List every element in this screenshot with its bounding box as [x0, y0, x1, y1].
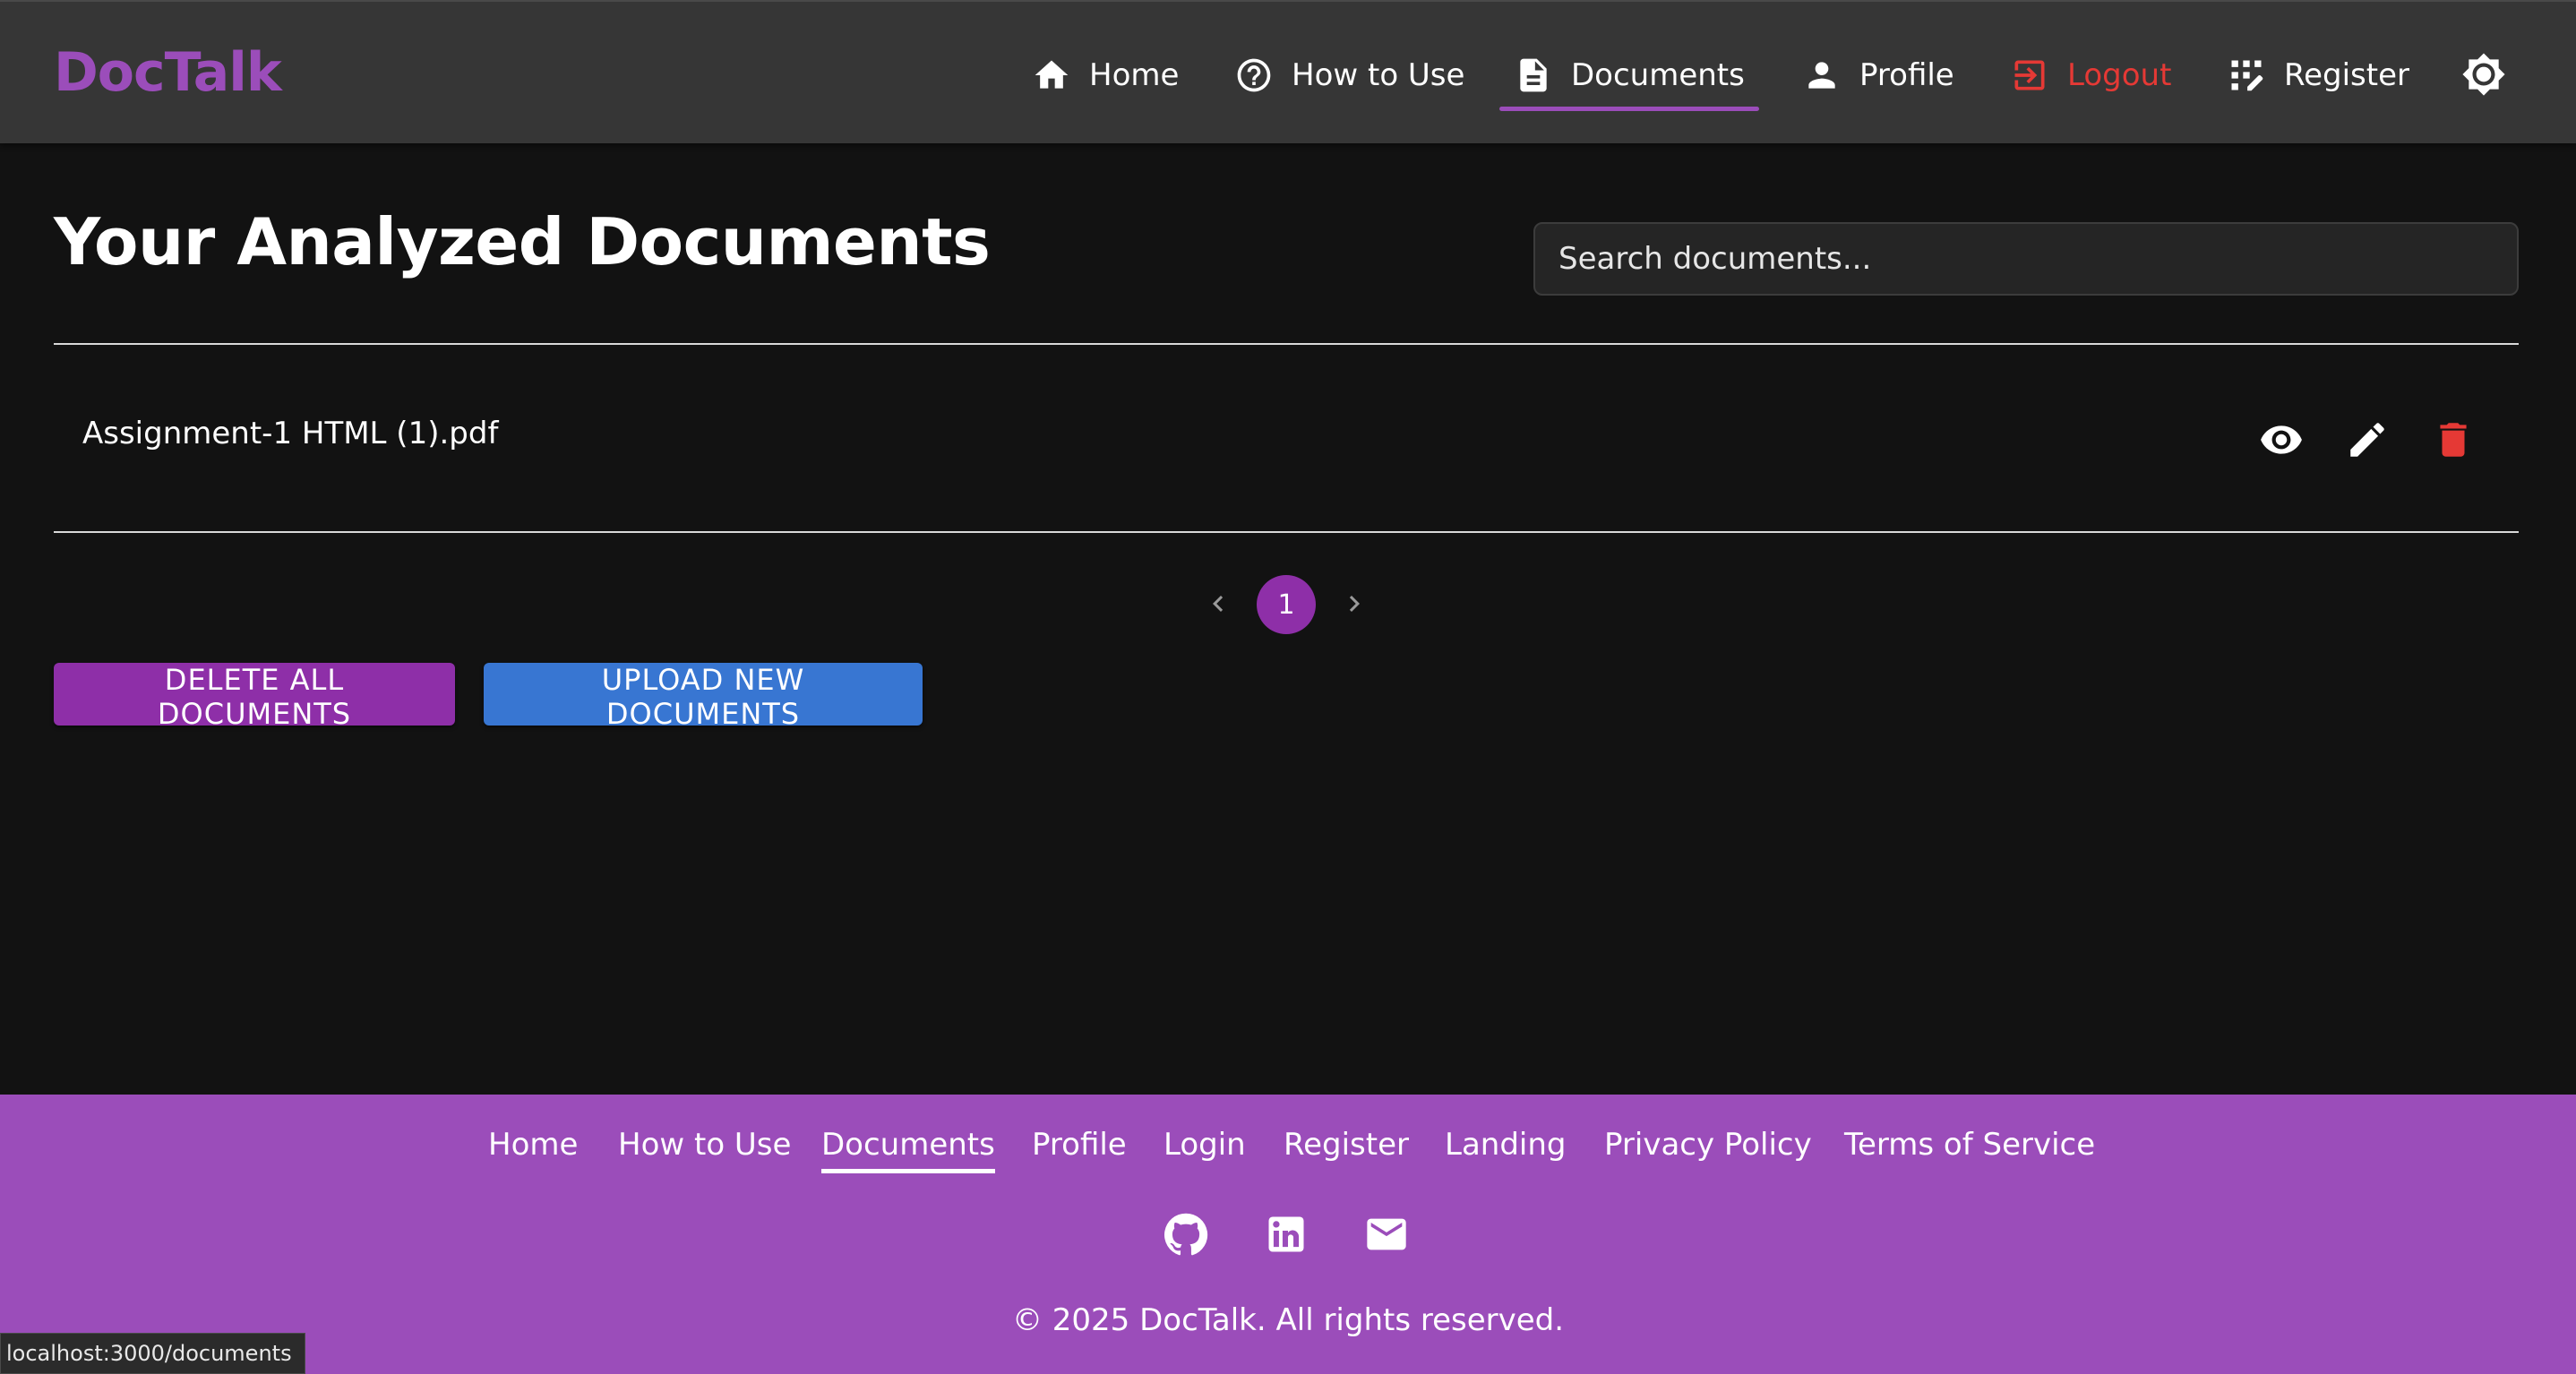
delete-all-documents-button[interactable]: DELETE ALL DOCUMENTS	[54, 663, 455, 731]
list-bottom-divider	[54, 531, 2519, 533]
chevron-right-icon	[1349, 596, 1360, 612]
nav-documents-label: Documents	[1571, 57, 1745, 93]
pagination-prev-button[interactable]	[1200, 580, 1236, 627]
footer-link-documents[interactable]: Documents	[821, 1127, 995, 1173]
footer-link-login[interactable]: Login	[1163, 1127, 1246, 1163]
nav-home[interactable]: Home	[1032, 41, 1179, 109]
footer-link-how-to-use[interactable]: How to Use	[618, 1127, 791, 1163]
app-header: DocTalk Home How to Use Documents Profil…	[0, 0, 2576, 143]
github-link[interactable]	[1163, 1211, 1209, 1258]
footer-link-home[interactable]: Home	[488, 1127, 578, 1163]
upload-new-documents-button[interactable]: UPLOAD NEW DOCUMENTS	[484, 663, 923, 731]
search-input[interactable]	[1533, 222, 2519, 296]
help-circle-icon	[1237, 58, 1271, 92]
list-top-divider	[54, 343, 2519, 345]
nav-logout[interactable]: Logout	[2010, 41, 2171, 109]
nav-home-label: Home	[1089, 57, 1180, 93]
footer-link-terms-of-service[interactable]: Terms of Service	[1844, 1127, 2095, 1163]
document-row: Assignment-1 HTML (1).pdf	[54, 346, 2519, 530]
email-icon	[1367, 1218, 1406, 1250]
delete-document-button[interactable]	[2431, 417, 2476, 462]
theme-toggle-button[interactable]	[2461, 52, 2506, 97]
github-icon	[1164, 1213, 1208, 1256]
app-footer: Home How to Use Documents Profile Login …	[0, 1095, 2576, 1374]
nav-profile-label: Profile	[1859, 57, 1954, 93]
email-link[interactable]	[1363, 1211, 1410, 1258]
linkedin-link[interactable]	[1263, 1211, 1309, 1258]
nav-logout-label: Logout	[2067, 57, 2172, 93]
linkedin-icon	[1268, 1216, 1304, 1252]
view-document-button[interactable]	[2259, 417, 2304, 462]
pagination-page-button[interactable]: 1	[1257, 575, 1316, 634]
edit-document-button[interactable]	[2345, 417, 2390, 462]
person-icon	[1808, 62, 1835, 89]
footer-link-register[interactable]: Register	[1284, 1127, 1409, 1163]
chevron-left-icon	[1213, 596, 1224, 612]
footer-link-landing[interactable]: Landing	[1445, 1127, 1567, 1163]
nav-profile[interactable]: Profile	[1802, 41, 1954, 109]
nav-how-to-use[interactable]: How to Use	[1234, 41, 1464, 109]
nav-register-label: Register	[2284, 57, 2409, 93]
view-icon	[2261, 425, 2302, 454]
nav-register[interactable]: Register	[2227, 41, 2409, 109]
footer-link-profile[interactable]: Profile	[1032, 1127, 1127, 1163]
home-icon	[1035, 60, 1069, 89]
copyright-text: © 2025 DocTalk. All rights reserved.	[1011, 1302, 1565, 1338]
edit-icon	[2350, 423, 2384, 457]
document-name: Assignment-1 HTML (1).pdf	[82, 416, 499, 451]
nav-documents[interactable]: Documents	[1499, 41, 1759, 111]
delete-icon	[2440, 423, 2467, 457]
pagination-next-button[interactable]	[1336, 580, 1372, 627]
logout-icon	[2014, 60, 2045, 90]
app-logo[interactable]: DocTalk	[54, 41, 282, 104]
document-icon	[1520, 58, 1547, 92]
page-title: Your Analyzed Documents	[54, 204, 991, 279]
footer-link-privacy-policy[interactable]: Privacy Policy	[1604, 1127, 1812, 1163]
nav-how-to-use-label: How to Use	[1292, 57, 1465, 93]
browser-status-bar: localhost:3000/documents	[0, 1333, 305, 1374]
brightness-icon	[2462, 53, 2505, 96]
register-icon	[2231, 60, 2263, 91]
